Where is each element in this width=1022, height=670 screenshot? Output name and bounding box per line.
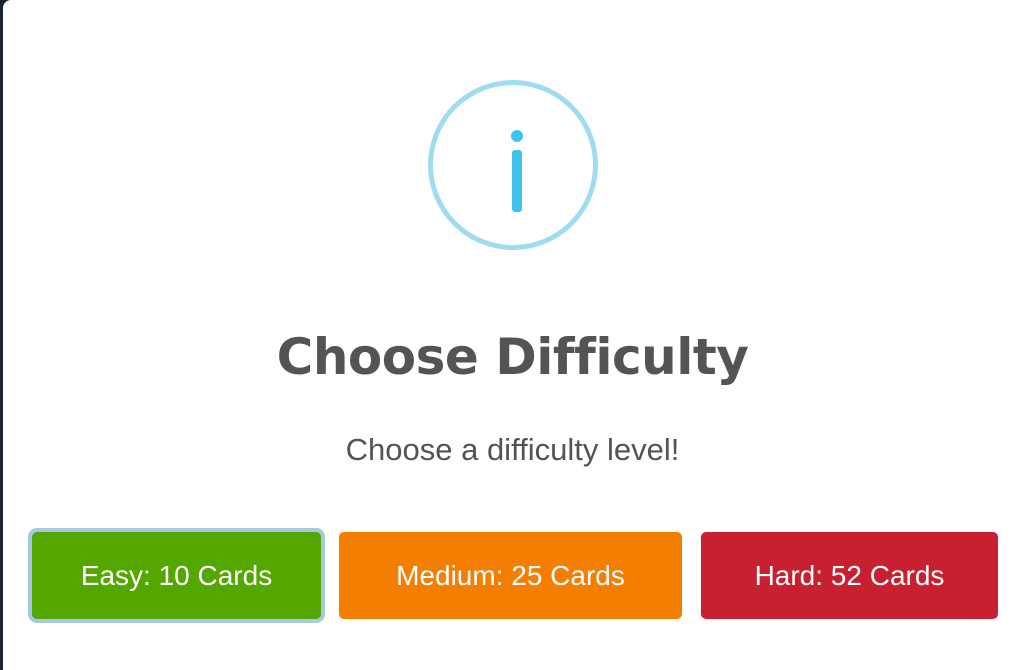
- medium-button[interactable]: Medium: 25 Cards: [339, 532, 682, 619]
- easy-button[interactable]: Easy: 10 Cards: [32, 532, 321, 619]
- difficulty-dialog: Choose Difficulty Choose a difficulty le…: [3, 0, 1022, 670]
- info-icon-bar: [512, 150, 522, 212]
- info-icon-dot: [511, 130, 523, 142]
- dialog-message: Choose a difficulty level!: [345, 432, 680, 467]
- hard-button[interactable]: Hard: 52 Cards: [701, 532, 998, 619]
- dialog-title: Choose Difficulty: [276, 328, 749, 386]
- info-icon: [428, 80, 598, 250]
